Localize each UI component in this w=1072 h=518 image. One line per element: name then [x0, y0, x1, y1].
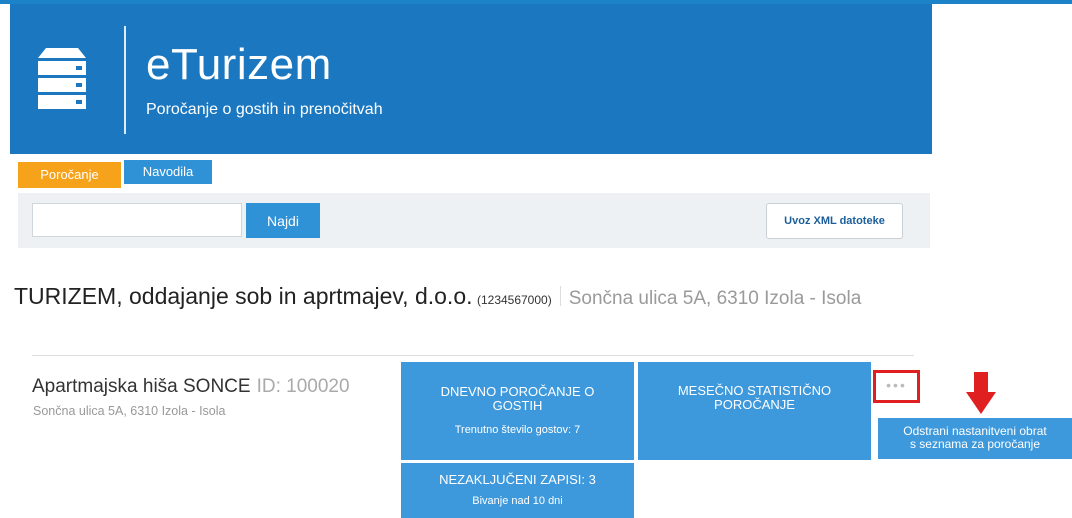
facility-address: Sončna ulica 5A, 6310 Izola - Isola	[33, 404, 226, 418]
app-subtitle: Poročanje o gostih in prenočitvah	[146, 101, 383, 118]
facility-title: Apartmajska hiša SONCE ID: 100020	[32, 376, 350, 398]
company-heading: TURIZEM, oddajanje sob in aprtmajev, d.o…	[14, 283, 861, 310]
arrow-down-icon	[966, 372, 996, 414]
open-records-subtitle: Bivanje nad 10 dni	[472, 495, 563, 507]
company-name: TURIZEM, oddajanje sob in aprtmajev, d.o…	[14, 283, 473, 309]
open-records-title: NEZAKLJUČENI ZAPISI: 3	[439, 472, 596, 487]
tab-porocanje[interactable]: Poročanje	[18, 162, 121, 188]
tab-navodila[interactable]: Navodila	[124, 160, 212, 184]
search-button[interactable]: Najdi	[246, 203, 320, 238]
facility-id: ID: 100020	[256, 376, 350, 397]
facility-name: Apartmajska hiša SONCE	[32, 376, 251, 397]
monthly-statistics-title: MESEČNO STATISTIČNO POROČANJE	[677, 383, 832, 412]
company-id: (1234567000)	[476, 293, 552, 307]
import-xml-button[interactable]: Uvoz XML datoteke	[766, 203, 903, 239]
daily-reporting-title: DNEVNO POROČANJE O GOSTIH	[440, 384, 595, 413]
daily-reporting-tile[interactable]: DNEVNO POROČANJE O GOSTIH Trenutno števi…	[401, 362, 634, 460]
more-options-button[interactable]: •••	[873, 370, 920, 403]
open-records-tile[interactable]: NEZAKLJUČENI ZAPISI: 3 Bivanje nad 10 dn…	[401, 463, 634, 518]
header-divider	[124, 26, 126, 134]
search-bar: Najdi Uvoz XML datoteke	[18, 193, 930, 248]
server-stack-icon	[38, 48, 86, 109]
monthly-statistics-tile[interactable]: MESEČNO STATISTIČNO POROČANJE	[638, 362, 871, 460]
company-address: Sončna ulica 5A, 6310 Izola - Isola	[568, 288, 862, 309]
remove-facility-button[interactable]: Odstrani nastanitveni obrat s seznama za…	[878, 418, 1072, 459]
current-guests-count: Trenutno število gostov: 7	[454, 424, 581, 436]
section-divider	[32, 355, 914, 356]
more-dots-icon: •••	[886, 377, 907, 393]
company-separator	[559, 286, 561, 306]
search-input[interactable]	[32, 203, 242, 237]
app-header: eTurizem Poročanje o gostih in prenočitv…	[10, 4, 932, 154]
app-title: eTurizem	[146, 40, 332, 89]
